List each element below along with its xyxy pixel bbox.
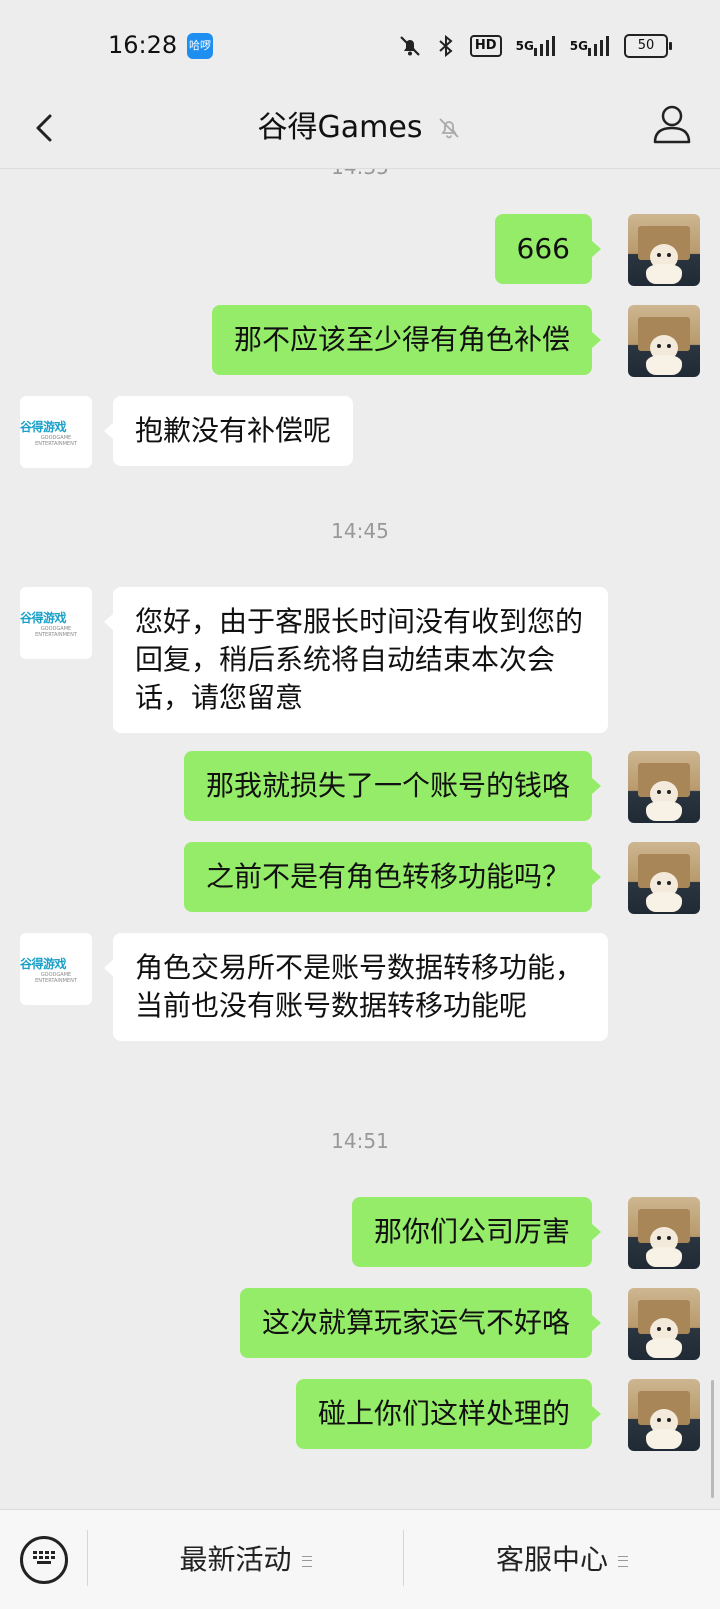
hd-voice-icon: HD bbox=[469, 35, 502, 57]
service-logo: 谷得游戏 GOODGAME ENTERTAINMENT bbox=[20, 419, 77, 447]
menu-service-center[interactable]: 客服中心 bbox=[404, 1534, 720, 1586]
keyboard-icon[interactable] bbox=[20, 1536, 68, 1584]
my-message-bubble[interactable]: 这次就算玩家运气不好咯 bbox=[239, 1288, 602, 1358]
battery-icon: 50 bbox=[624, 34, 672, 58]
my-message-bubble[interactable]: 那不应该至少得有角色补偿 bbox=[211, 305, 602, 375]
chat-messages[interactable]: 14:35 666 那不应该至少得有角色补偿 谷得游戏GOODGAME ENTE… bbox=[0, 169, 720, 1509]
user-avatar[interactable] bbox=[628, 1379, 700, 1451]
status-bar: 16:28 哈啰 HD 5G 5G 50 bbox=[0, 0, 720, 92]
status-icons: HD 5G 5G 50 bbox=[398, 30, 672, 62]
service-menu-bar: 最新活动 客服中心 bbox=[0, 1509, 720, 1609]
service-logo: 谷得游戏 GOODGAME ENTERTAINMENT bbox=[20, 610, 77, 638]
my-message-bubble[interactable]: 那我就损失了一个账号的钱咯 bbox=[183, 751, 602, 821]
chat-title: 谷得Games bbox=[257, 110, 423, 145]
submenu-icon bbox=[618, 1555, 628, 1567]
service-message-bubble[interactable]: 角色交易所不是账号数据转移功能，当前也没有账号数据转移功能呢 bbox=[104, 933, 608, 1041]
status-time: 16:28 bbox=[108, 31, 178, 59]
my-message-bubble[interactable]: 666 bbox=[494, 214, 602, 284]
user-avatar[interactable] bbox=[628, 305, 700, 377]
signal-5g-icon-2: 5G bbox=[570, 36, 610, 56]
timestamp: 14:35 bbox=[0, 169, 720, 179]
user-avatar[interactable] bbox=[628, 1197, 700, 1269]
menu-latest-activities[interactable]: 最新活动 bbox=[88, 1534, 403, 1586]
user-avatar[interactable] bbox=[628, 751, 700, 823]
signal-5g-icon: 5G bbox=[516, 36, 556, 56]
bell-off-icon bbox=[439, 118, 460, 139]
user-avatar[interactable] bbox=[628, 1288, 700, 1360]
my-message-bubble[interactable]: 那你们公司厉害 bbox=[351, 1197, 602, 1267]
submenu-icon bbox=[301, 1555, 312, 1567]
service-message-bubble[interactable]: 抱歉没有补偿呢 bbox=[103, 396, 354, 466]
mute-icon bbox=[398, 34, 422, 58]
timestamp: 14:45 bbox=[331, 519, 389, 543]
my-message-bubble[interactable]: 之前不是有角色转移功能吗？ bbox=[183, 842, 602, 912]
app-notification-icon: 哈啰 bbox=[187, 33, 213, 59]
my-message-bubble[interactable]: 碰上你们这样处理的 bbox=[295, 1379, 602, 1449]
bluetooth-icon bbox=[436, 34, 456, 58]
chat-scrollbar[interactable] bbox=[711, 1380, 714, 1498]
service-avatar[interactable]: 谷得游戏 GOODGAME ENTERTAINMENT bbox=[20, 396, 92, 468]
service-avatar[interactable]: 谷得游戏 GOODGAME ENTERTAINMENT bbox=[20, 587, 92, 659]
person-icon[interactable] bbox=[652, 102, 692, 146]
chat-title-bar: 谷得Games bbox=[0, 106, 720, 150]
timestamp: 14:51 bbox=[331, 1129, 389, 1153]
chat-header: 谷得Games bbox=[0, 92, 720, 169]
user-avatar[interactable] bbox=[628, 842, 700, 914]
service-message-bubble[interactable]: 您好，由于客服长时间没有收到您的回复，稍后系统将自动结束本次会话，请您留意 bbox=[104, 587, 608, 733]
service-logo: 谷得游戏 GOODGAME ENTERTAINMENT bbox=[20, 956, 77, 984]
user-avatar[interactable] bbox=[628, 214, 700, 286]
service-avatar[interactable]: 谷得游戏 GOODGAME ENTERTAINMENT bbox=[20, 933, 92, 1005]
